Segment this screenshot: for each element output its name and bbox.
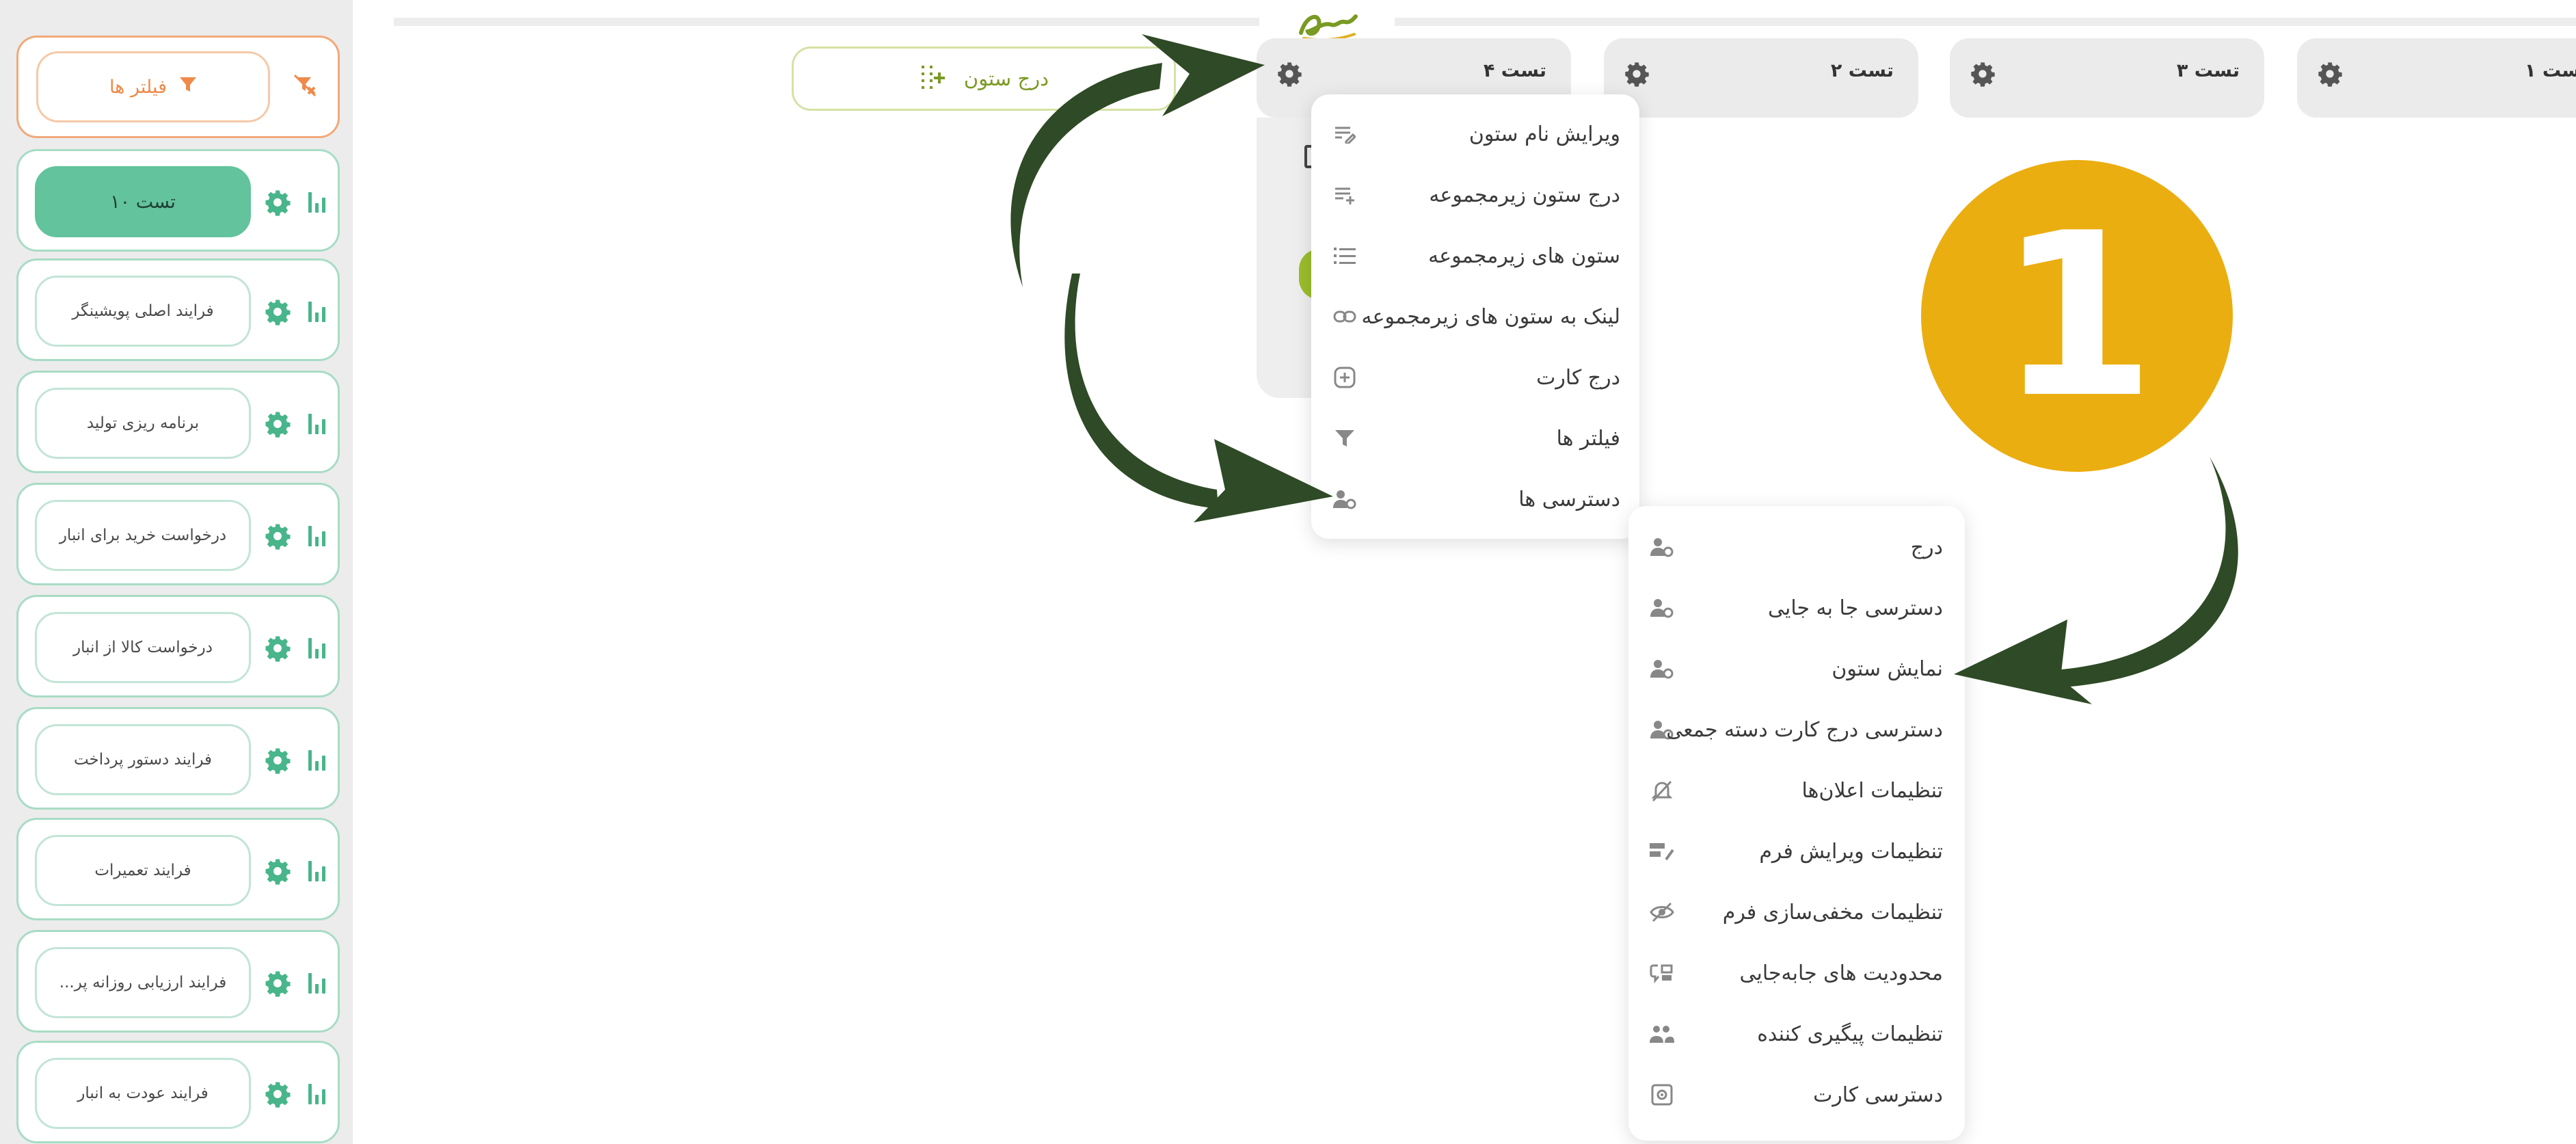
arrow-to-column-gear [1010,34,1265,287]
arrow-to-permissions-item [1064,274,1333,522]
arrow-to-show-column-item [1954,457,2238,704]
annotation-arrows [1010,34,2238,704]
